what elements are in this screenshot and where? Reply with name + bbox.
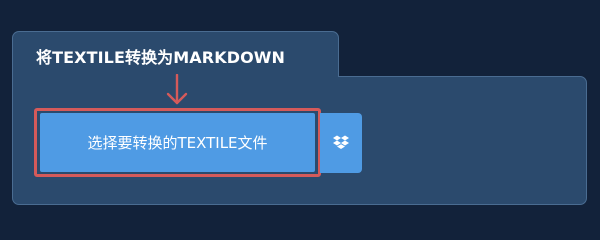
arrow-down-icon: [166, 74, 188, 105]
panel-title: 将TEXTILE转换为MARKDOWN: [36, 48, 286, 67]
dropbox-button[interactable]: [320, 113, 362, 173]
select-file-button[interactable]: 选择要转换的TEXTILE文件: [40, 113, 315, 172]
select-file-label: 选择要转换的TEXTILE文件: [87, 134, 268, 152]
dropbox-icon: [333, 135, 349, 149]
converter-stage: 将TEXTILE转换为MARKDOWN 选择要转换的TEXTILE文件: [0, 0, 600, 230]
